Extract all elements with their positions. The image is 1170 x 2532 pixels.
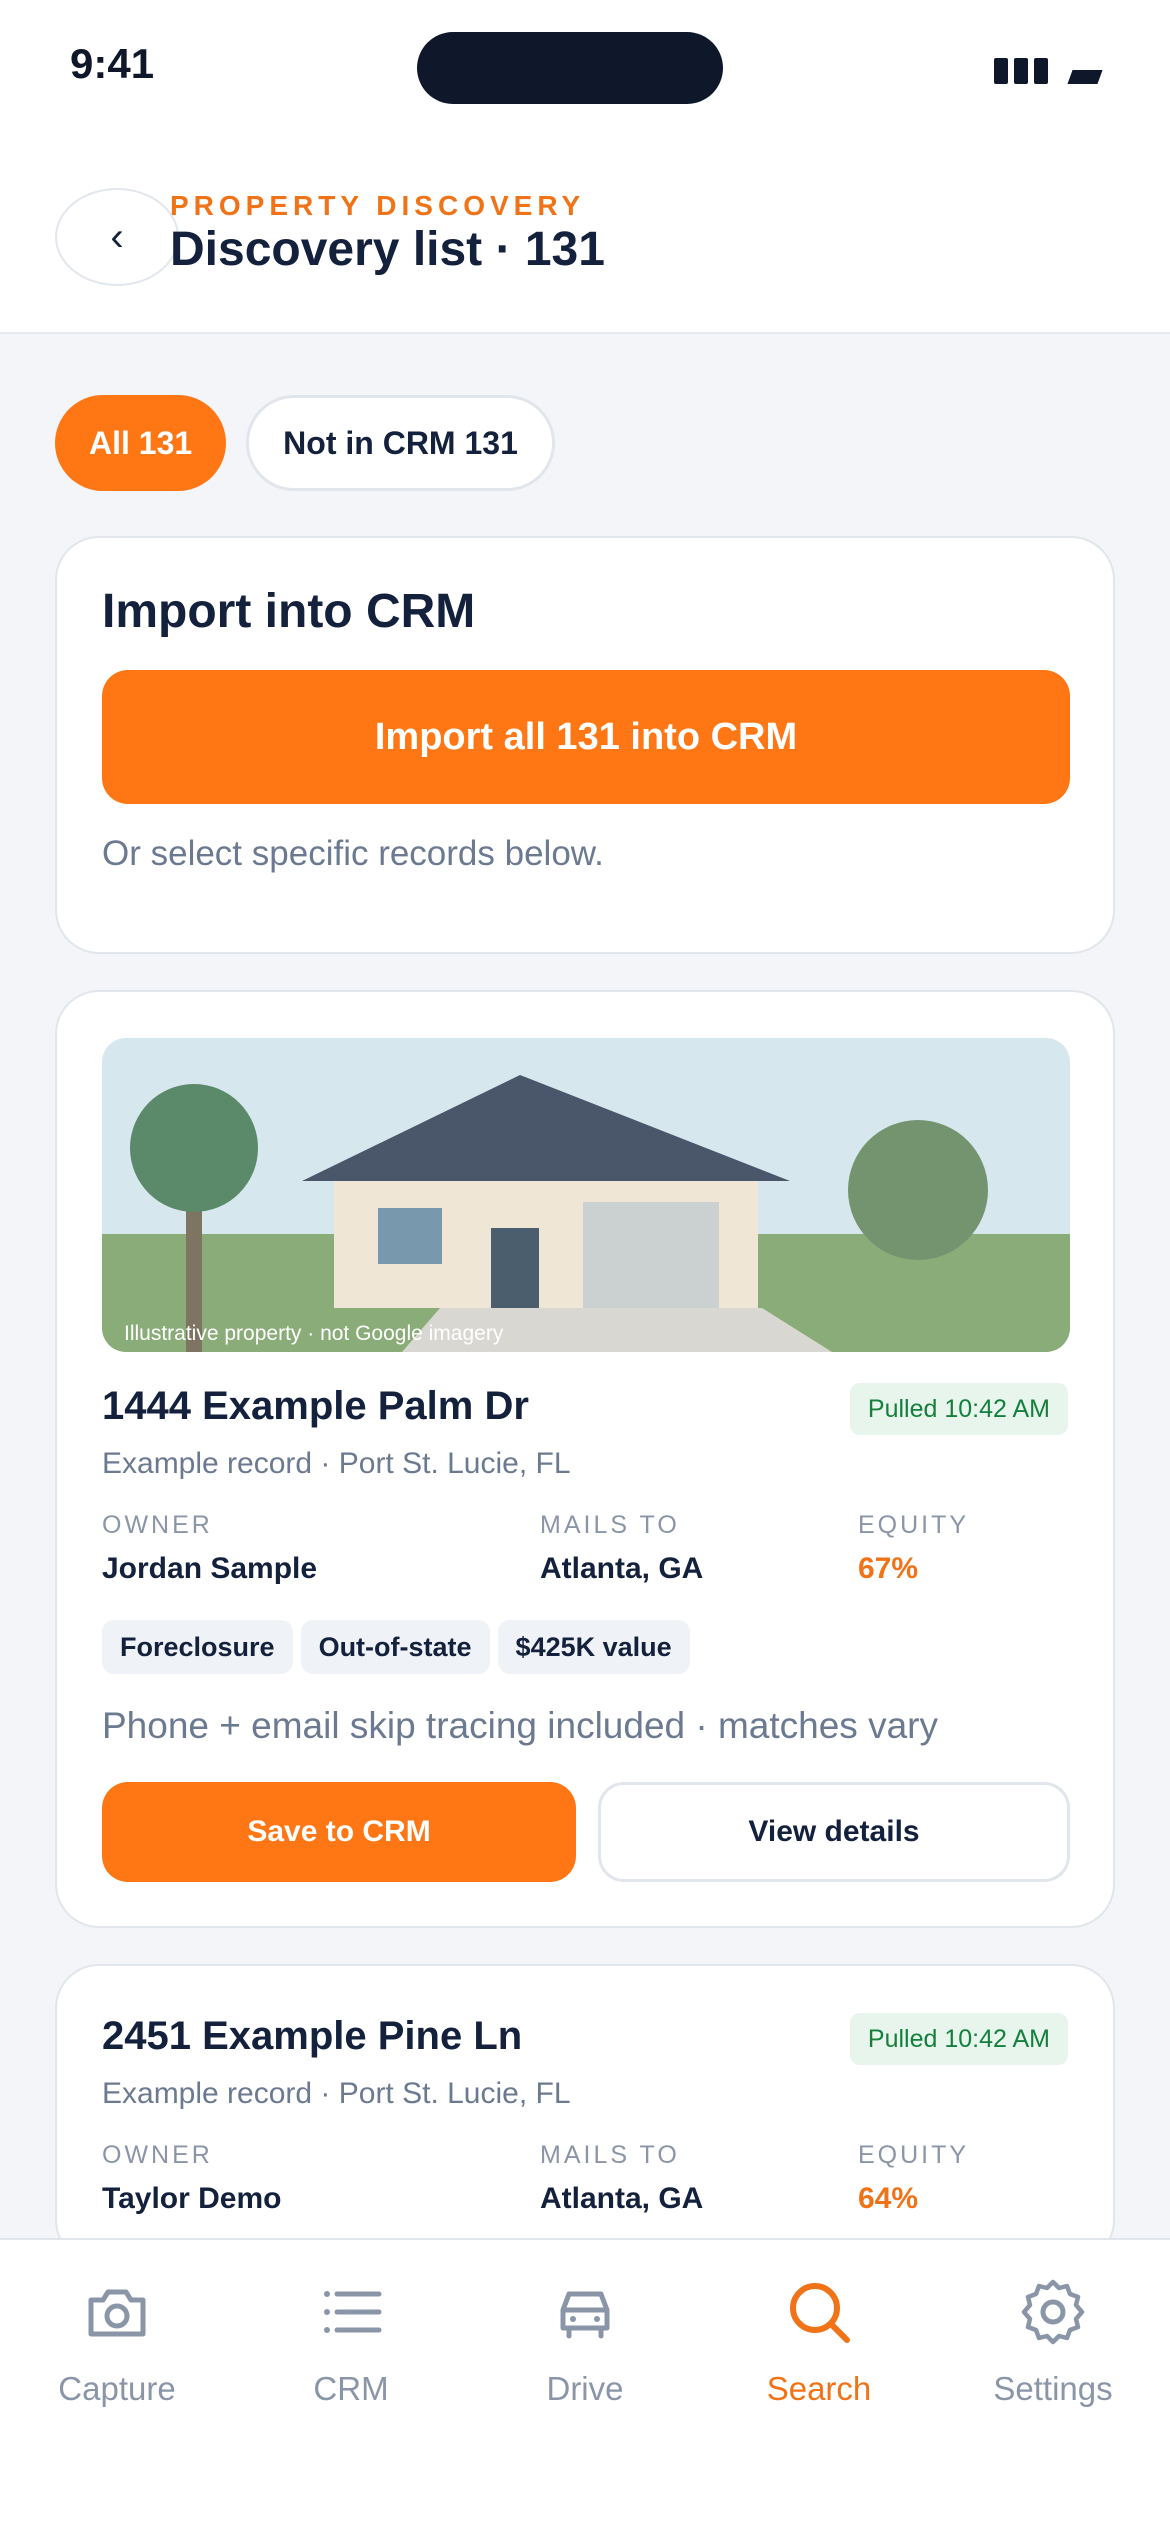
property-card[interactable]: 2451 Example Pine Ln Pulled 10:42 AM Exa… [55, 1964, 1115, 2264]
mails-to-value: Atlanta, GA [540, 2182, 704, 2215]
tab-label: Capture [58, 2370, 176, 2407]
property-card[interactable]: Illustrative property · not Google image… [55, 990, 1115, 1928]
wifi-icon [1067, 70, 1103, 84]
back-button[interactable]: ‹ [55, 188, 179, 286]
tab-crm[interactable]: CRM [234, 2276, 468, 2426]
view-details-button[interactable]: View details [598, 1782, 1070, 1882]
mails-to-label: MAILS TO [540, 2141, 680, 2169]
tab-search[interactable]: Search [702, 2276, 936, 2426]
camera-icon [88, 2289, 146, 2337]
equity-label: EQUITY [858, 1511, 970, 1539]
property-subaddress: Example record · Port St. Lucie, FL [102, 2077, 571, 2110]
house-illustration-image [102, 1038, 1070, 1352]
mails-to-label: MAILS TO [540, 1511, 680, 1539]
owner-label: OWNER [102, 2141, 213, 2169]
dynamic-island [417, 32, 723, 104]
tag-value: $425K value [497, 1620, 690, 1674]
import-card-title: Import into CRM [102, 585, 476, 638]
skip-tracing-note: Phone + email skip tracing included · ma… [102, 1705, 938, 1746]
import-hint: Or select specific records below. [102, 834, 604, 873]
page-eyebrow: PROPERTY DISCOVERY [170, 190, 586, 221]
bottom-tab-bar: Capture CRM Drive Search Settings [0, 2238, 1170, 2532]
property-subaddress: Example record · Port St. Lucie, FL [102, 1447, 571, 1480]
list-icon [324, 2291, 382, 2333]
owner-value: Taylor Demo [102, 2182, 282, 2215]
page-title: Discovery list · 131 [170, 223, 605, 276]
status-time: 9:41 [70, 40, 155, 87]
car-icon [560, 2291, 610, 2339]
owner-value: Jordan Sample [102, 1552, 318, 1585]
mails-to-value: Atlanta, GA [540, 1552, 704, 1585]
gear-icon [1021, 2279, 1085, 2345]
import-all-button[interactable]: Import all 131 into CRM [102, 670, 1070, 804]
equity-value: 64% [858, 2182, 919, 2215]
import-card: Import into CRM Import all 131 into CRM … [55, 536, 1115, 954]
page-header: ‹ PROPERTY DISCOVERY Discovery list · 13… [0, 140, 1170, 334]
search-icon [790, 2283, 850, 2343]
tab-label: Settings [993, 2370, 1113, 2407]
property-address[interactable]: 2451 Example Pine Ln [102, 2014, 522, 2059]
tab-settings[interactable]: Settings [936, 2276, 1170, 2426]
filter-chips: All 131 Not in CRM 131 [55, 395, 555, 491]
pulled-badge: Pulled 10:42 AM [849, 1383, 1068, 1435]
save-to-crm-button[interactable]: Save to CRM [102, 1782, 576, 1882]
signal-icon [1014, 58, 1028, 84]
image-caption: Illustrative property · not Google image… [124, 1322, 504, 1345]
property-tags: Foreclosure Out-of-state $425K value [102, 1620, 690, 1674]
tab-label: Drive [546, 2370, 624, 2407]
signal-icon [1034, 58, 1048, 84]
chevron-left-icon: ‹ [110, 214, 124, 259]
filter-chip-all[interactable]: All 131 [55, 395, 227, 491]
property-illustration: Illustrative property · not Google image… [102, 1038, 1070, 1352]
equity-value: 67% [858, 1552, 919, 1585]
filter-chip-not-in-crm[interactable]: Not in CRM 131 [246, 395, 555, 491]
pulled-badge: Pulled 10:42 AM [849, 2013, 1068, 2065]
tab-label: Search [766, 2370, 872, 2407]
tab-drive[interactable]: Drive [468, 2276, 702, 2426]
tag-out-of-state: Out-of-state [300, 1620, 490, 1674]
status-bar: 9:41 [0, 0, 1170, 140]
owner-label: OWNER [102, 1511, 213, 1539]
property-address[interactable]: 1444 Example Palm Dr [102, 1384, 529, 1429]
tab-capture[interactable]: Capture [0, 2276, 234, 2426]
equity-label: EQUITY [858, 2141, 970, 2169]
tab-label: CRM [313, 2370, 389, 2407]
tag-foreclosure: Foreclosure [102, 1620, 293, 1674]
signal-icon [994, 58, 1008, 84]
status-icons [994, 58, 1103, 84]
